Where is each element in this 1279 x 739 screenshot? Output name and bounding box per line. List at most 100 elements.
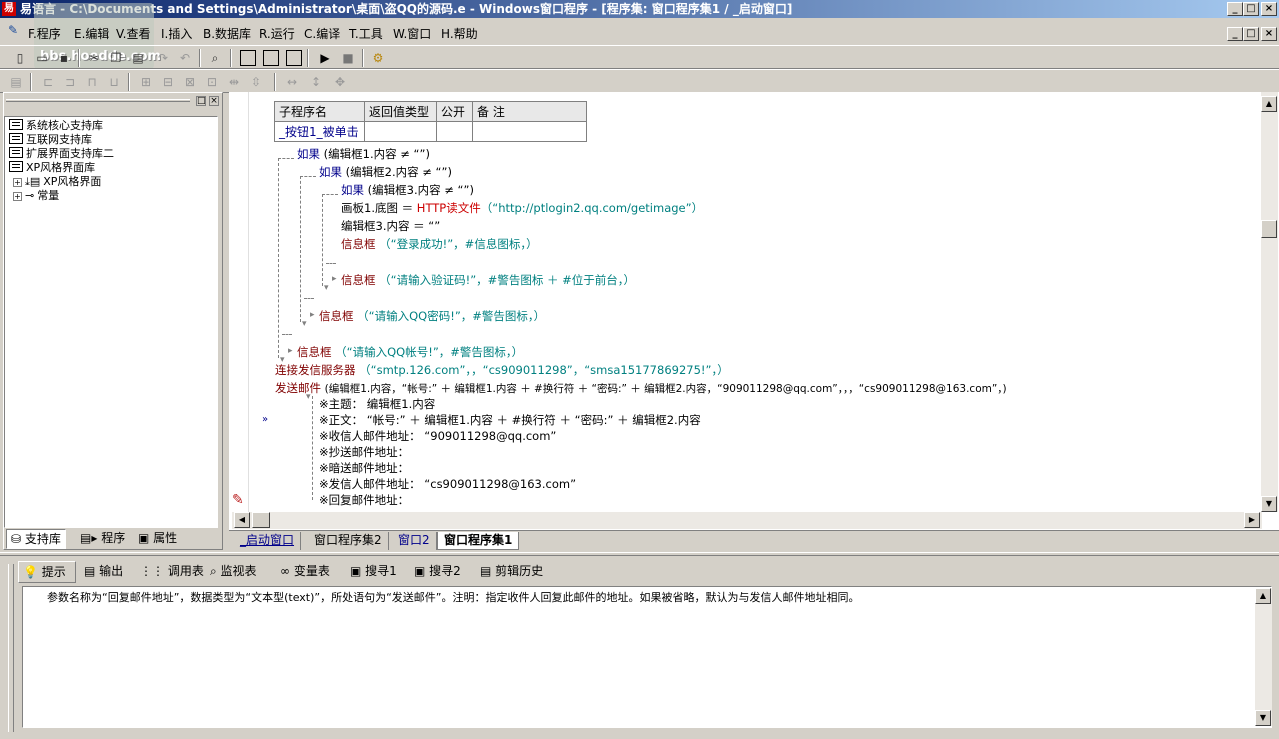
tab-assembly1[interactable]: 窗口程序集1 <box>437 532 520 550</box>
return-type-cell[interactable] <box>364 121 437 142</box>
tree-item[interactable]: + ⤓▤ XP风格界面 <box>13 175 101 188</box>
tab-program[interactable]: ▤▸ 程序 <box>76 529 129 549</box>
menu-help[interactable]: H.帮助 <box>441 25 478 42</box>
space-v-icon[interactable]: ⇳ <box>248 74 264 90</box>
menu-insert[interactable]: I.插入 <box>161 25 192 42</box>
expand-icon[interactable]: + <box>13 178 22 187</box>
menu-view[interactable]: V.查看 <box>116 25 150 42</box>
align-icon[interactable]: ▤ <box>8 74 24 90</box>
hint-textbox[interactable]: 参数名称为“回复邮件地址”，数据类型为“文本型(text)”，所处语句为“发送邮… <box>22 586 1272 728</box>
code-line[interactable]: 如果 (编辑框3.内容 ≠ “”) <box>341 183 474 197</box>
code-line[interactable]: 画板1.底图 ＝ HTTP读文件（“http://ptlogin2.qq.com… <box>341 201 703 215</box>
align-top-icon[interactable]: ⊔ <box>106 74 122 90</box>
space-h-icon[interactable]: ⇹ <box>226 74 242 90</box>
new-file-icon[interactable]: ▯ <box>12 50 28 66</box>
scroll-thumb[interactable] <box>1261 220 1277 238</box>
same-height-icon[interactable]: ⊡ <box>204 74 220 90</box>
tab-clip-history[interactable]: ▤ 剪辑历史 <box>476 561 543 583</box>
find-icon[interactable]: ⌕ <box>207 50 223 66</box>
menu-database[interactable]: B.数据库 <box>203 25 251 42</box>
tab-window2[interactable]: 窗口2 <box>392 532 437 550</box>
close-button[interactable]: × <box>1261 2 1277 16</box>
panel-grip[interactable] <box>8 564 14 732</box>
code-line[interactable]: 信息框 （“请输入QQ帐号!”，#警告图标，） <box>297 345 523 359</box>
public-cell[interactable] <box>436 121 473 142</box>
size-both-icon[interactable]: ✥ <box>332 74 348 90</box>
tree-item[interactable]: 系统核心支持库 <box>9 119 103 132</box>
scroll-left-icon[interactable]: ◀ <box>234 512 250 528</box>
editor-vertical-scrollbar[interactable]: ▲ ▼ <box>1261 92 1278 512</box>
remark-cell[interactable] <box>472 121 587 142</box>
param-line[interactable]: ※回复邮件地址： <box>319 493 409 507</box>
horizontal-splitter[interactable] <box>0 552 1279 556</box>
tab-output[interactable]: ▤ 输出 <box>80 561 123 583</box>
code-line[interactable]: 连接发信服务器 （“smtp.126.com”，，“cs909011298”，“… <box>275 363 729 377</box>
tab-properties[interactable]: ▣ 属性 <box>134 529 181 549</box>
scroll-down-icon[interactable]: ▼ <box>1255 710 1271 726</box>
tree-item[interactable]: XP风格界面库 <box>9 161 95 174</box>
sub-name-cell[interactable]: _按钮1_被单击 <box>274 121 365 142</box>
scroll-down-icon[interactable]: ▼ <box>1261 496 1277 512</box>
code-line[interactable]: 如果 (编辑框2.内容 ≠ “”) <box>319 165 452 179</box>
cut-icon[interactable]: ✂ <box>86 50 102 66</box>
tree-item[interactable]: 互联网支持库 <box>9 133 92 146</box>
param-line[interactable]: ※主题： 编辑框1.内容 <box>319 397 435 411</box>
code-line[interactable]: 信息框 （“请输入验证码!”，#警告图标 ＋ #位于前台，） <box>341 273 635 287</box>
undo-icon[interactable]: ↶ <box>177 50 193 66</box>
expand-icon[interactable]: + <box>13 192 22 201</box>
redo-icon[interactable]: ↷ <box>155 50 171 66</box>
param-line[interactable]: ※抄送邮件地址： <box>319 445 409 459</box>
minimize-button[interactable]: _ <box>1227 2 1243 16</box>
debug-icon[interactable]: ⚙ <box>370 50 386 66</box>
tab-hint[interactable]: 💡 提示 <box>18 561 76 583</box>
param-line[interactable]: ※暗送邮件地址： <box>319 461 409 475</box>
align-left-icon[interactable]: ⊏ <box>40 74 56 90</box>
open-folder-icon[interactable]: ▭ <box>34 50 50 66</box>
code-line[interactable]: 信息框 （“请输入QQ密码!”，#警告图标，） <box>319 309 545 323</box>
mdi-minimize-button[interactable]: _ <box>1227 27 1243 41</box>
panel-close-icon[interactable]: × <box>209 96 219 106</box>
size-h-icon[interactable]: ↔ <box>284 74 300 90</box>
layout2-icon[interactable] <box>263 50 279 66</box>
same-width-icon[interactable]: ⊠ <box>182 74 198 90</box>
center-h-icon[interactable]: ⊞ <box>138 74 154 90</box>
layout3-icon[interactable] <box>286 50 302 66</box>
tree-item[interactable]: 扩展界面支持库二 <box>9 147 114 160</box>
size-v-icon[interactable]: ↕ <box>308 74 324 90</box>
editor-horizontal-scrollbar[interactable]: ◀ ▶ <box>232 512 1262 529</box>
tab-watch[interactable]: ⌕ 监视表 <box>206 561 257 583</box>
code-line[interactable]: 编辑框3.内容 ＝ “” <box>341 219 440 233</box>
menu-tools[interactable]: T.工具 <box>349 25 383 42</box>
tab-call-stack[interactable]: ⋮⋮ 调用表 <box>136 561 204 583</box>
scroll-right-icon[interactable]: ▶ <box>1244 512 1260 528</box>
tab-variables[interactable]: ∞ 变量表 <box>276 561 330 583</box>
param-line[interactable]: ※发信人邮件地址： “cs909011298@163.com” <box>319 477 576 491</box>
tab-startup-window[interactable]: _启动窗口 <box>234 532 302 550</box>
menu-run[interactable]: R.运行 <box>259 25 295 42</box>
save-icon[interactable]: ▪ <box>56 50 72 66</box>
maximize-button[interactable]: □ <box>1243 2 1259 16</box>
panel-grip[interactable] <box>6 99 190 102</box>
align-center-icon[interactable]: ⊐ <box>62 74 78 90</box>
mdi-restore-button[interactable]: □ <box>1243 27 1259 41</box>
tab-support-library[interactable]: ⛁ 支持库 <box>6 529 66 549</box>
code-line[interactable]: 发送邮件 (编辑框1.内容，“帐号:” ＋ 编辑框1.内容 ＋ #换行符 ＋ “… <box>275 381 1007 396</box>
tab-search1[interactable]: ▣ 搜寻1 <box>346 561 397 583</box>
mdi-close-button[interactable]: × <box>1261 27 1277 41</box>
menu-program[interactable]: F.程序 <box>28 25 61 42</box>
layout1-icon[interactable] <box>240 50 256 66</box>
param-line[interactable]: ※收信人邮件地址： “909011298@qq.com” <box>319 429 556 443</box>
tree-item[interactable]: + ⊸ 常量 <box>13 189 59 202</box>
menu-compile[interactable]: C.编译 <box>304 25 340 42</box>
panel-restore-icon[interactable]: □ <box>196 96 206 106</box>
copy-icon[interactable]: ❐ <box>108 50 124 66</box>
code-line[interactable]: 信息框 （“登录成功!”，#信息图标，） <box>341 237 538 251</box>
scroll-up-icon[interactable]: ▲ <box>1255 588 1271 604</box>
run-icon[interactable]: ▶ <box>317 50 333 66</box>
center-v-icon[interactable]: ⊟ <box>160 74 176 90</box>
scroll-thumb[interactable] <box>252 512 270 528</box>
menu-window[interactable]: W.窗口 <box>393 25 431 42</box>
scroll-up-icon[interactable]: ▲ <box>1261 96 1277 112</box>
menu-edit[interactable]: E.编辑 <box>74 25 109 42</box>
stop-icon[interactable]: ■ <box>340 50 356 66</box>
